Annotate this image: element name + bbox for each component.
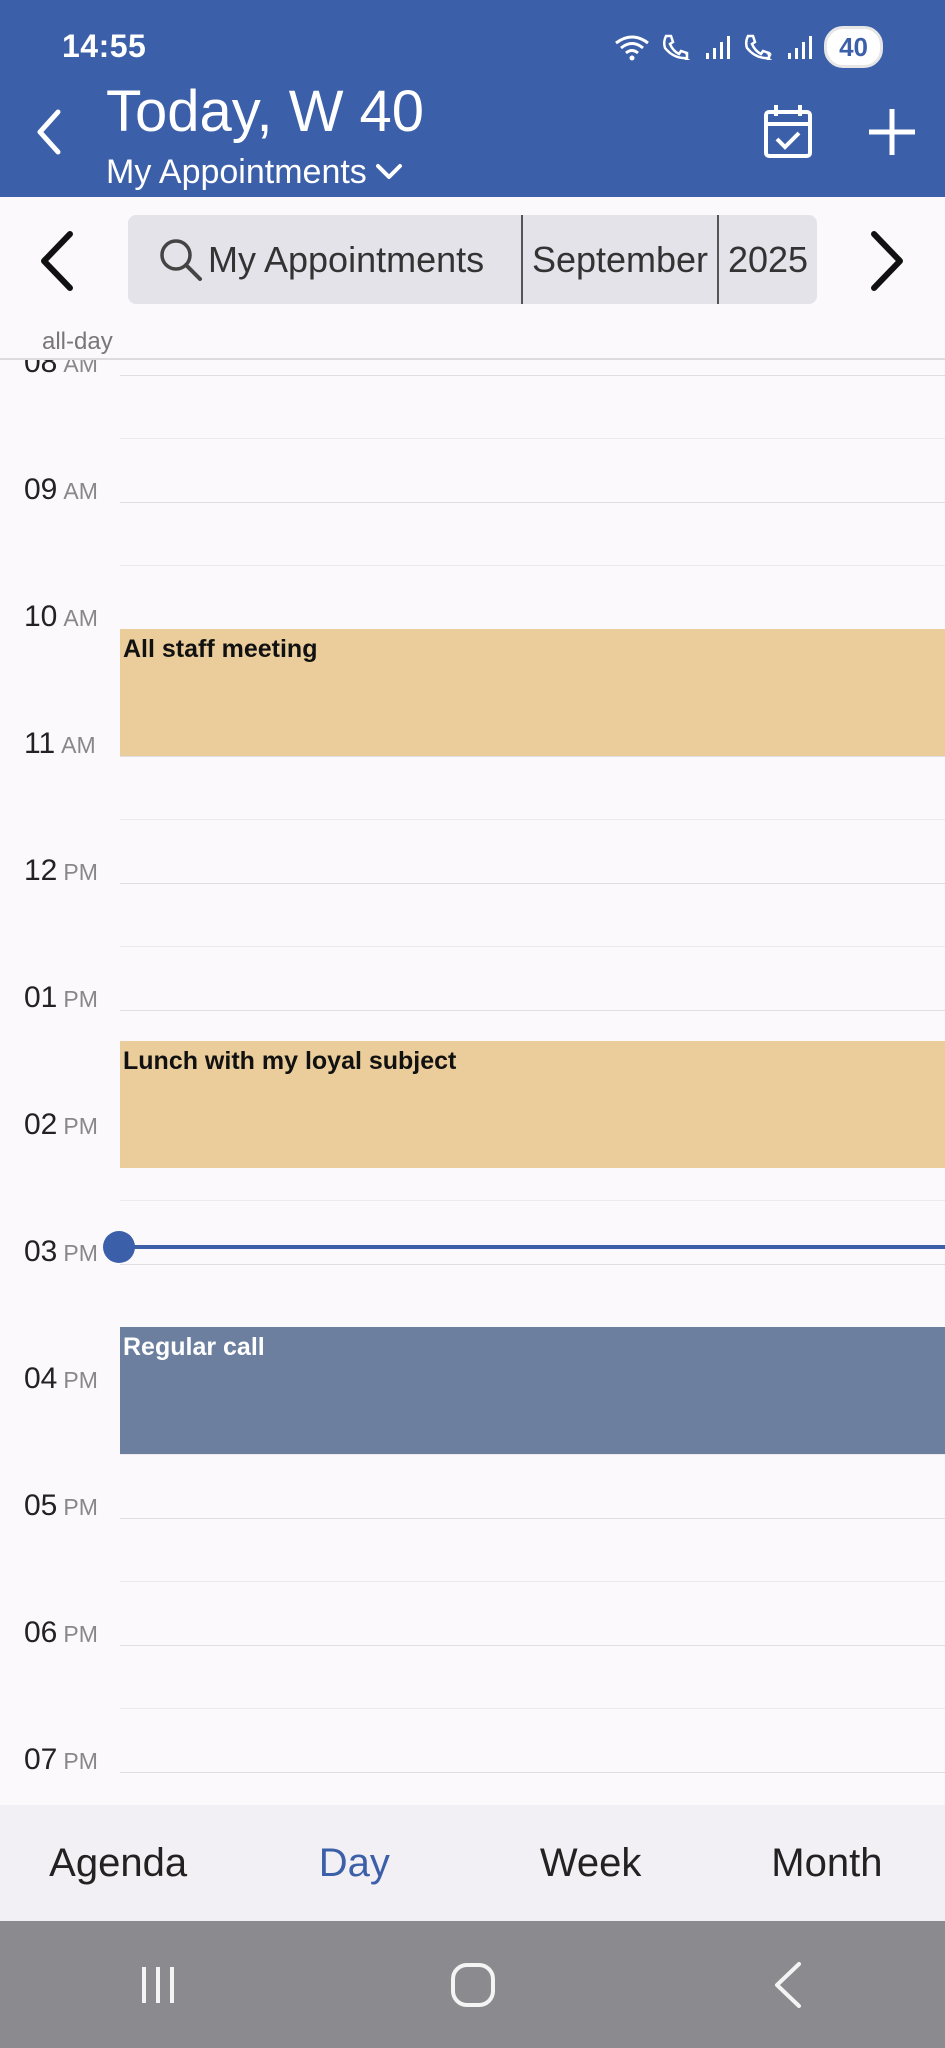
event-card[interactable]: Regular call [120,1327,945,1454]
hour-label: 02 PM [24,1108,98,1141]
hour-line [120,375,945,376]
half-hour-line [120,1454,945,1455]
tab-week[interactable]: Week [473,1841,709,1886]
hour-row: 12 PM [0,854,945,995]
chevron-right-icon [871,231,903,291]
hour-row: 07 PM [0,1743,945,1805]
recent-apps-icon [141,1966,174,2003]
half-hour-line [120,438,945,439]
signal-icon [706,36,731,59]
event-card[interactable]: All staff meeting [120,629,945,756]
next-day-button[interactable] [862,226,912,296]
half-hour-line [120,1708,945,1709]
hour-label: 04 PM [24,1362,98,1395]
half-hour-line [120,1581,945,1582]
hour-label: 03 PM [24,1235,98,1268]
previous-day-button[interactable] [32,226,82,296]
hour-row: 09 AM [0,473,945,614]
back-icon [774,1961,801,2008]
hour-line [120,1264,945,1265]
month-selector[interactable]: September [523,215,719,304]
hour-label: 10 AM [24,600,98,633]
hour-row: 05 PM [0,1489,945,1630]
current-time-dot [103,1231,135,1263]
add-appointment-button[interactable] [864,104,920,160]
hour-label: 09 AM [24,473,98,506]
page-title: Today, W 40 [106,79,425,144]
search-filter[interactable]: My Appointments [128,215,523,304]
calendar-selector[interactable]: My Appointments [106,152,403,192]
search-filter-label: My Appointments [208,238,485,280]
all-day-label: all-day [42,328,113,355]
app-bar: 14:55 1 2 40 Today, W 40 My Appointments [0,0,945,197]
hour-label: 08 AM [24,360,98,379]
hour-label: 12 PM [24,854,98,887]
tab-agenda[interactable]: Agenda [0,1841,236,1886]
search-icon [160,238,202,281]
half-hour-line [120,819,945,820]
system-back-button[interactable] [748,1945,828,2025]
hour-line [120,883,945,884]
hour-row: 08 AM [0,360,945,487]
system-navigation-bar [0,1921,945,2048]
hour-line [120,1772,945,1773]
recent-apps-button[interactable] [118,1945,198,2025]
half-hour-line [120,1200,945,1201]
status-icons: 1 2 40 [614,26,883,68]
home-button[interactable] [433,1945,513,2025]
tab-month[interactable]: Month [709,1841,945,1886]
view-tabs: Agenda Day Week Month [0,1805,945,1921]
call-sim1-icon: 1 [663,34,690,62]
hour-line [120,502,945,503]
signal-icon [788,36,813,59]
day-grid[interactable]: 08 AM 09 AM 10 AM 11 AM 12 PM 01 PM 02 PM 03 PM … [0,360,945,1805]
hour-label: 06 PM [24,1616,98,1649]
current-time-line [118,1245,945,1249]
calendar-check-icon [764,105,812,158]
half-hour-line [120,946,945,947]
filter-bar: My Appointments September 2025 [128,215,817,304]
hour-label: 07 PM [24,1743,98,1776]
hour-label: 01 PM [24,981,98,1014]
tab-day[interactable]: Day [236,1841,472,1886]
status-time: 14:55 [62,28,147,64]
hour-line [120,1518,945,1519]
event-card[interactable]: Lunch with my loyal subject [120,1041,945,1168]
hour-line [120,1645,945,1646]
back-button[interactable] [26,104,72,160]
battery-icon: 40 [824,26,883,68]
svg-text:1: 1 [684,51,690,62]
hour-line [120,756,945,757]
hour-label: 05 PM [24,1489,98,1522]
chevron-left-icon [41,231,73,291]
call-sim2-icon: 2 [745,34,772,62]
calendar-selector-label: My Appointments [106,153,367,191]
go-to-date-button[interactable] [760,102,816,162]
hour-row: 11 AM [0,727,945,868]
hour-row: 06 PM [0,1616,945,1757]
hour-label: 11 AM [24,727,96,760]
home-icon [450,1962,495,2007]
plus-icon [869,109,915,155]
hour-line [120,1010,945,1011]
wifi-icon [615,35,649,61]
year-selector[interactable]: 2025 [719,215,817,304]
back-arrow-icon [37,109,61,155]
half-hour-line [120,565,945,566]
chevron-down-icon [375,164,402,179]
svg-text:2: 2 [766,51,772,62]
